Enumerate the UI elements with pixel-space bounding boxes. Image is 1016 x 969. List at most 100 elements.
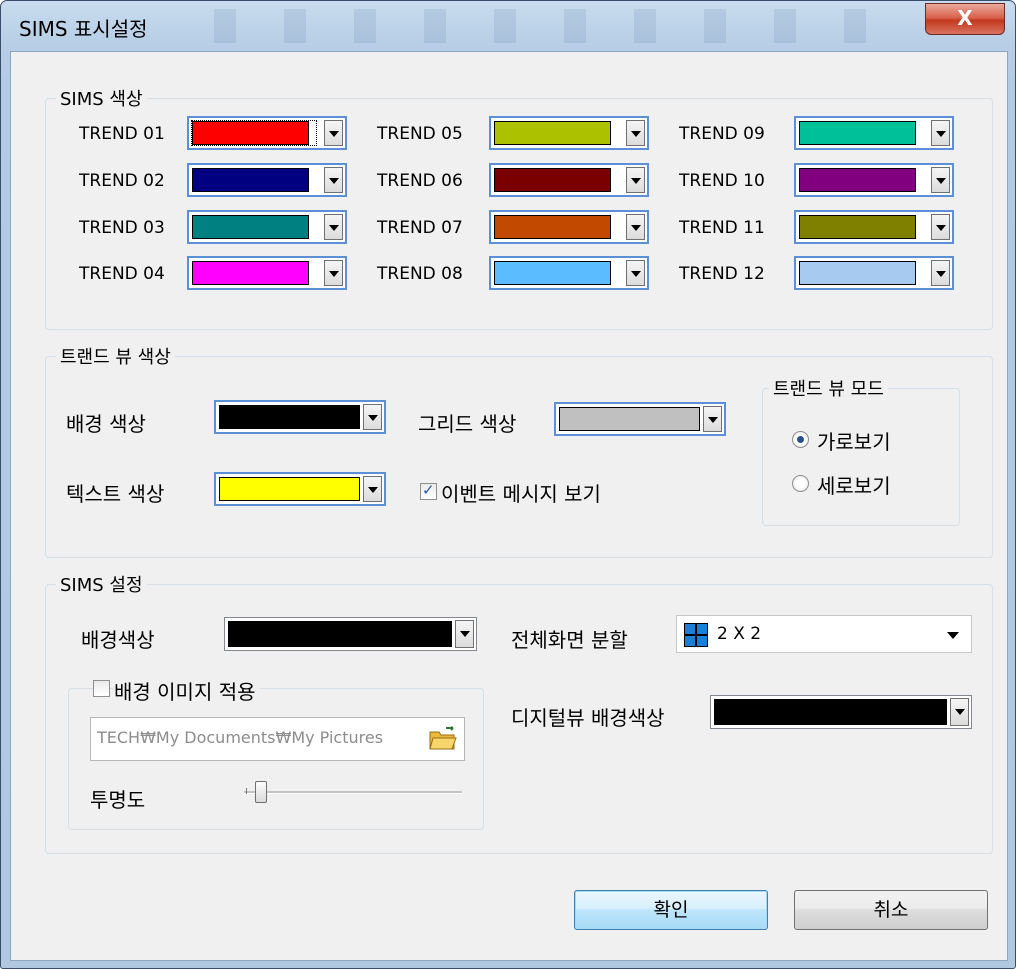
trend-color-swatch <box>799 215 916 239</box>
trend-label: TREND 06 <box>377 171 463 191</box>
trend-view-mode-label: 트랜드 뷰 모드 <box>769 375 888 401</box>
vertical-view-label[interactable]: 세로보기 <box>817 470 891 499</box>
trend-color-swatch <box>494 168 611 192</box>
trend-color-combo[interactable] <box>489 163 649 197</box>
dialog-client-area: SIMS 색상 TREND 01 TREND 02 TREND 03 TREND 04… <box>10 51 1008 961</box>
sims-bg-color-label: 배경색상 <box>81 628 155 652</box>
trend-color-combo[interactable] <box>794 256 954 290</box>
trend-view-colors-group-label: 트랜드 뷰 색상 <box>56 343 175 369</box>
chevron-down-icon[interactable] <box>363 476 382 502</box>
trend-label: TREND 07 <box>377 218 463 238</box>
sims-colors-group-label: SIMS 색상 <box>56 85 147 111</box>
background-image-path-field[interactable]: TECH₩My Documents₩My Pictures <box>90 717 465 761</box>
chevron-down-icon[interactable] <box>626 260 645 286</box>
transparency-slider-track[interactable] <box>244 791 462 794</box>
trend-label: TREND 01 <box>79 124 165 144</box>
text-color-swatch <box>219 477 360 501</box>
focus-indicator <box>191 120 317 146</box>
title-bar[interactable]: SIMS 표시설정 X <box>1 1 1015 51</box>
trend-color-combo[interactable] <box>489 256 649 290</box>
text-color-label: 텍스트 색상 <box>66 482 165 506</box>
sims-settings-group-label: SIMS 설정 <box>56 571 147 597</box>
digital-view-bg-swatch <box>714 699 947 725</box>
chevron-down-icon[interactable] <box>455 620 474 648</box>
horizontal-view-radio[interactable] <box>792 431 809 448</box>
trend-color-swatch <box>192 215 309 239</box>
trend-bg-color-swatch <box>219 405 360 429</box>
digital-view-bg-combo[interactable] <box>710 695 972 729</box>
trend-color-combo[interactable] <box>187 163 347 197</box>
grid-2x2-icon <box>684 623 708 647</box>
transparency-slider-thumb[interactable] <box>255 781 267 803</box>
trend-color-combo[interactable] <box>794 163 954 197</box>
trend-color-combo[interactable] <box>187 256 347 290</box>
horizontal-view-label[interactable]: 가로보기 <box>817 426 891 455</box>
trend-color-combo[interactable] <box>187 116 347 150</box>
title-bar-background <box>196 9 886 43</box>
transparency-slider-tick <box>246 788 247 794</box>
trend-color-combo[interactable] <box>489 210 649 244</box>
trend-bg-color-combo[interactable] <box>214 400 386 434</box>
grid-color-label: 그리드 색상 <box>418 412 517 436</box>
chevron-down-icon[interactable] <box>931 120 950 146</box>
grid-color-combo[interactable] <box>554 402 726 436</box>
chevron-down-icon[interactable] <box>931 167 950 193</box>
trend-view-mode-group: 트랜드 뷰 모드 <box>762 375 960 526</box>
window-title: SIMS 표시설정 <box>19 17 148 41</box>
trend-bg-color-label: 배경 색상 <box>66 412 146 436</box>
chevron-down-icon[interactable] <box>324 120 343 146</box>
split-screen-combo[interactable]: 2 X 2 <box>676 615 972 653</box>
split-screen-label: 전체화면 분할 <box>511 628 628 652</box>
sims-bg-color-swatch <box>228 621 452 647</box>
sims-bg-color-combo[interactable] <box>224 617 477 651</box>
trend-color-swatch <box>494 215 611 239</box>
dialog-window: SIMS 표시설정 X SIMS 색상 TREND 01 TREND 02 TREN… <box>0 0 1016 969</box>
chevron-down-icon[interactable] <box>324 260 343 286</box>
ok-button[interactable]: 확인 <box>574 890 768 930</box>
vertical-view-radio[interactable] <box>792 475 809 492</box>
trend-label: TREND 11 <box>679 218 765 238</box>
close-button[interactable]: X <box>925 3 1005 35</box>
trend-label: TREND 05 <box>377 124 463 144</box>
event-message-checkbox[interactable] <box>420 481 437 500</box>
trend-label: TREND 08 <box>377 264 463 284</box>
chevron-down-icon[interactable] <box>626 120 645 146</box>
trend-color-combo[interactable] <box>794 210 954 244</box>
trend-label: TREND 10 <box>679 171 765 191</box>
trend-label: TREND 04 <box>79 264 165 284</box>
split-screen-value: 2 X 2 <box>717 624 762 644</box>
trend-color-combo[interactable] <box>187 210 347 244</box>
chevron-down-icon[interactable] <box>950 698 969 726</box>
trend-label: TREND 02 <box>79 171 165 191</box>
digital-view-bg-label: 디지털뷰 배경색상 <box>511 706 665 730</box>
background-image-path: TECH₩My Documents₩My Pictures <box>97 728 384 747</box>
chevron-down-icon[interactable] <box>931 214 950 240</box>
chevron-down-icon[interactable] <box>947 632 959 639</box>
text-color-combo[interactable] <box>214 472 386 506</box>
trend-color-combo[interactable] <box>794 116 954 150</box>
chevron-down-icon[interactable] <box>703 406 722 432</box>
trend-color-combo[interactable] <box>489 116 649 150</box>
trend-color-swatch <box>494 261 611 285</box>
chevron-down-icon[interactable] <box>363 404 382 430</box>
trend-label: TREND 03 <box>79 218 165 238</box>
chevron-down-icon[interactable] <box>324 214 343 240</box>
trend-color-swatch <box>799 261 916 285</box>
chevron-down-icon[interactable] <box>931 260 950 286</box>
folder-open-icon[interactable] <box>428 726 458 752</box>
trend-label: TREND 09 <box>679 124 765 144</box>
event-message-label[interactable]: 이벤트 메시지 보기 <box>441 478 601 507</box>
trend-color-swatch <box>192 261 309 285</box>
trend-color-swatch <box>799 168 916 192</box>
cancel-button[interactable]: 취소 <box>794 890 988 930</box>
background-image-checkbox[interactable] <box>93 680 110 697</box>
grid-color-swatch <box>559 407 700 431</box>
transparency-label: 투명도 <box>90 788 146 812</box>
trend-color-swatch <box>799 121 916 145</box>
trend-color-swatch <box>494 121 611 145</box>
background-image-label[interactable]: 배경 이미지 적용 <box>114 676 260 705</box>
chevron-down-icon[interactable] <box>626 214 645 240</box>
chevron-down-icon[interactable] <box>626 167 645 193</box>
chevron-down-icon[interactable] <box>324 167 343 193</box>
trend-label: TREND 12 <box>679 264 765 284</box>
